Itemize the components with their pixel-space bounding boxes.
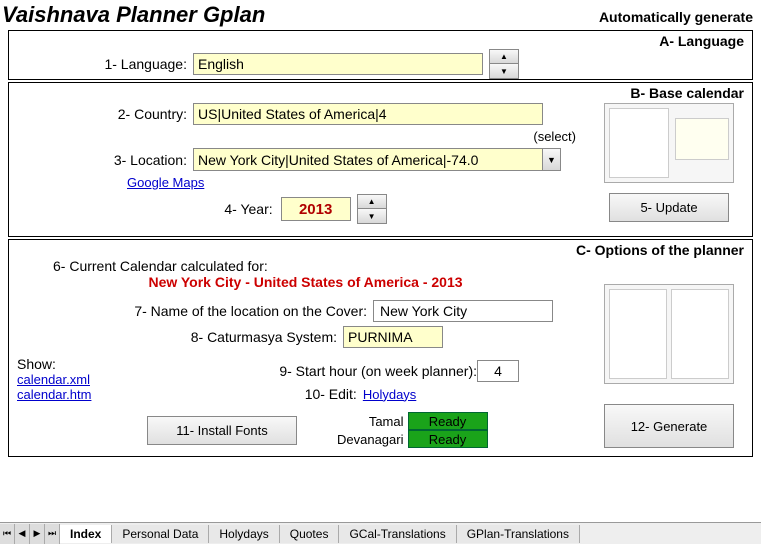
- calendar-xml-link[interactable]: calendar.xml: [17, 372, 90, 387]
- section-base-calendar: B- Base calendar 2- Country: US|United S…: [8, 82, 753, 237]
- tab-index[interactable]: Index: [60, 525, 112, 543]
- tab-quotes[interactable]: Quotes: [280, 525, 340, 543]
- start-hour-field[interactable]: [477, 360, 519, 382]
- section-c-label: C- Options of the planner: [576, 242, 744, 258]
- tab-next-icon[interactable]: ▶: [30, 524, 45, 544]
- calc-label: 6- Current Calendar calculated for:: [53, 258, 594, 274]
- spinner-up[interactable]: ▲: [490, 50, 518, 64]
- font-devanagari-label: Devanagari: [337, 432, 404, 447]
- devanagari-status: Ready: [408, 430, 488, 448]
- tab-personal-data[interactable]: Personal Data: [112, 525, 209, 543]
- show-label: Show:: [17, 356, 127, 372]
- font-tamal-label: Tamal: [369, 414, 404, 429]
- spinner-down[interactable]: ▼: [358, 209, 386, 223]
- year-label: 4- Year:: [224, 201, 272, 217]
- start-hour-label: 9- Start hour (on week planner):: [127, 363, 477, 379]
- tamal-status: Ready: [408, 412, 488, 430]
- tab-nav-buttons[interactable]: ⏮ ◀ ▶ ⏭: [0, 524, 60, 544]
- tab-prev-icon[interactable]: ◀: [15, 524, 30, 544]
- tab-gplan-translations[interactable]: GPlan-Translations: [457, 525, 580, 543]
- install-fonts-button[interactable]: 11- Install Fonts: [147, 416, 297, 445]
- google-maps-link[interactable]: Google Maps: [127, 175, 204, 190]
- edit-label: 10- Edit:: [305, 386, 357, 402]
- calendar-htm-link[interactable]: calendar.htm: [17, 387, 91, 402]
- caturmasya-label: 8- Caturmasya System:: [17, 329, 337, 345]
- language-field[interactable]: English: [193, 53, 483, 75]
- language-spinner[interactable]: ▲ ▼: [489, 49, 519, 79]
- location-dropdown[interactable]: New York City|United States of America|-…: [193, 148, 561, 171]
- holydays-link[interactable]: Holydays: [363, 387, 416, 402]
- app-title: Vaishnava Planner Gplan: [2, 2, 265, 28]
- caturmasya-field[interactable]: PURNIMA: [343, 326, 443, 348]
- calendar-thumbnail: [604, 103, 734, 183]
- cover-name-field[interactable]: New York City: [373, 300, 553, 322]
- year-field[interactable]: 2013: [281, 197, 351, 221]
- update-button[interactable]: 5- Update: [609, 193, 729, 222]
- location-label: 3- Location:: [17, 152, 187, 168]
- tab-holydays[interactable]: Holydays: [209, 525, 279, 543]
- language-label: 1- Language:: [17, 56, 187, 72]
- cover-name-label: 7- Name of the location on the Cover:: [17, 303, 367, 319]
- spinner-down[interactable]: ▼: [490, 64, 518, 78]
- section-options: C- Options of the planner 6- Current Cal…: [8, 239, 753, 457]
- section-language: A- Language 1- Language: English ▲ ▼: [8, 30, 753, 80]
- year-spinner[interactable]: ▲ ▼: [357, 194, 387, 224]
- tab-last-icon[interactable]: ⏭: [45, 524, 60, 544]
- location-value: New York City|United States of America|-…: [194, 150, 542, 170]
- calc-value: New York City - United States of America…: [17, 274, 594, 290]
- country-field[interactable]: US|United States of America|4: [193, 103, 543, 125]
- tab-gcal-translations[interactable]: GCal-Translations: [339, 525, 456, 543]
- spinner-up[interactable]: ▲: [358, 195, 386, 209]
- country-label: 2- Country:: [17, 106, 187, 122]
- section-a-label: A- Language: [659, 33, 744, 49]
- planner-thumbnail: [604, 284, 734, 384]
- select-hint: (select): [17, 129, 594, 144]
- header-subtitle: Automatically generate: [599, 9, 753, 25]
- tab-first-icon[interactable]: ⏮: [0, 524, 15, 544]
- chevron-down-icon[interactable]: ▼: [542, 149, 560, 170]
- section-b-label: B- Base calendar: [630, 85, 744, 101]
- generate-button[interactable]: 12- Generate: [604, 404, 734, 448]
- sheet-tabs: ⏮ ◀ ▶ ⏭ Index Personal Data Holydays Quo…: [0, 522, 761, 544]
